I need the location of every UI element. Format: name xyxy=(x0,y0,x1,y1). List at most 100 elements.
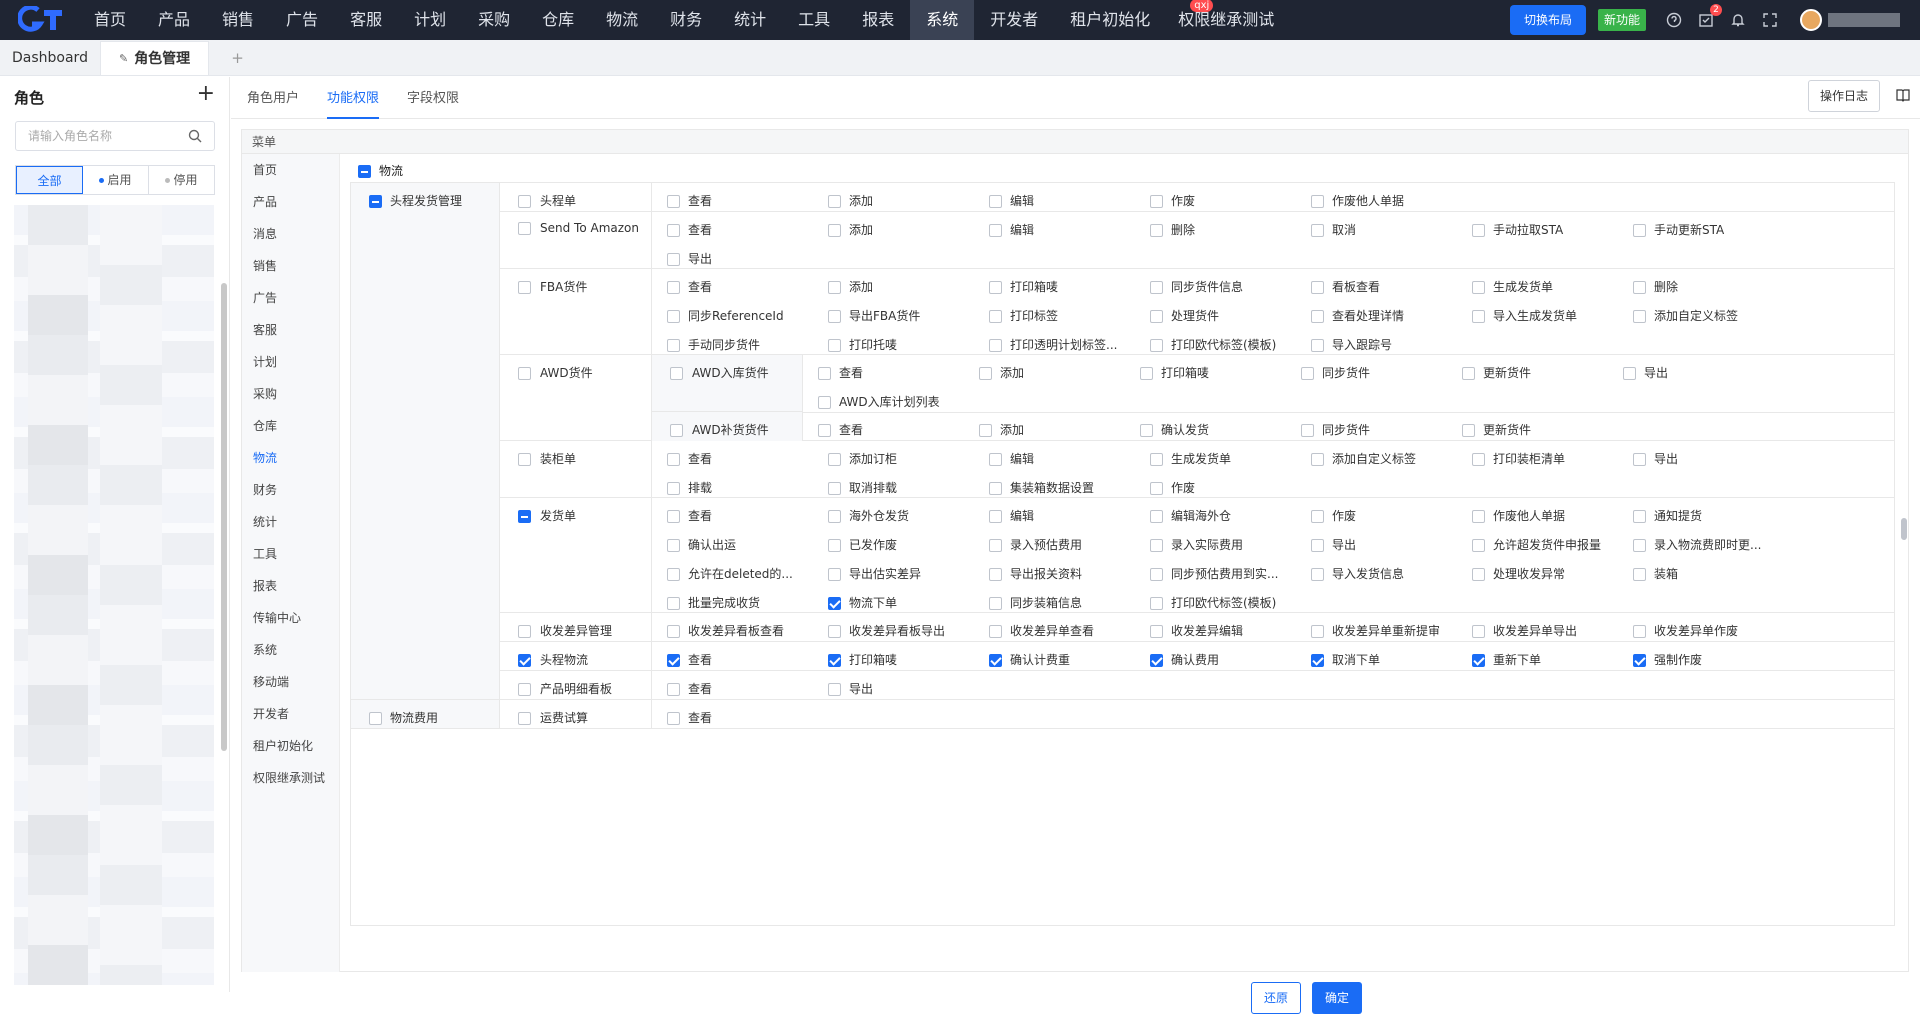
checkbox[interactable] xyxy=(1633,625,1646,638)
checkbox[interactable] xyxy=(667,510,680,523)
sub-module-label[interactable]: AWD补货货件 xyxy=(670,421,769,438)
checkbox[interactable] xyxy=(518,654,531,667)
book-icon[interactable] xyxy=(1896,88,1910,102)
checkbox[interactable] xyxy=(1311,195,1324,208)
checkbox[interactable] xyxy=(989,195,1002,208)
checkbox[interactable] xyxy=(989,568,1002,581)
checkbox[interactable] xyxy=(1150,339,1163,352)
checkbox[interactable] xyxy=(1472,224,1485,237)
permission-option[interactable]: 作废 xyxy=(1150,192,1195,209)
module-label[interactable]: 头程单 xyxy=(518,192,576,209)
nav-item[interactable]: 系统 xyxy=(910,0,975,40)
checkbox[interactable] xyxy=(828,568,841,581)
permission-option[interactable]: 导入跟踪号 xyxy=(1311,336,1392,353)
checkbox[interactable] xyxy=(1311,453,1324,466)
permission-option[interactable]: 同步货件 xyxy=(1301,421,1370,438)
permission-option[interactable]: 查看 xyxy=(667,651,712,668)
section-logistics[interactable]: 物流 xyxy=(358,162,403,179)
checkbox[interactable] xyxy=(1150,482,1163,495)
permission-option[interactable]: 编辑 xyxy=(989,450,1034,467)
permission-option[interactable]: 作废 xyxy=(1150,479,1195,496)
permission-option[interactable]: 收发差异单查看 xyxy=(989,622,1094,639)
menu-item[interactable]: 工具 xyxy=(242,538,339,570)
permission-option[interactable]: 查看 xyxy=(667,450,712,467)
checkbox[interactable] xyxy=(1311,510,1324,523)
confirm-button[interactable]: 确定 xyxy=(1312,982,1362,1014)
permission-option[interactable]: 导出FBA货件 xyxy=(828,307,920,324)
help-icon[interactable] xyxy=(1665,11,1683,29)
permission-option[interactable]: 物流下单 xyxy=(828,594,897,611)
app-logo[interactable] xyxy=(0,0,78,40)
permission-option[interactable]: 生成发货单 xyxy=(1150,450,1231,467)
permission-option[interactable]: 更新货件 xyxy=(1462,421,1531,438)
checkbox[interactable] xyxy=(667,539,680,552)
nav-item[interactable]: 报表 xyxy=(846,0,910,40)
permission-option[interactable]: 收发差异看板查看 xyxy=(667,622,784,639)
checkbox[interactable] xyxy=(989,539,1002,552)
module-label[interactable]: 头程物流 xyxy=(518,651,588,668)
tab-role-management[interactable]: ✎ 角色管理 xyxy=(99,41,210,75)
checkbox[interactable] xyxy=(518,222,531,235)
checkbox[interactable] xyxy=(1623,367,1636,380)
permission-option[interactable]: 打印标签 xyxy=(989,307,1058,324)
checkbox[interactable] xyxy=(1311,539,1324,552)
permission-option[interactable]: 录入物流费即时更... xyxy=(1633,536,1761,553)
permission-option[interactable]: 允许超发货件申报量 xyxy=(1472,536,1601,553)
task-icon[interactable]: 2 xyxy=(1697,4,1722,29)
permission-option[interactable]: 已发作废 xyxy=(828,536,897,553)
permission-option[interactable]: 确认发货 xyxy=(1140,421,1209,438)
permission-option[interactable]: 查看 xyxy=(667,680,712,697)
permission-option[interactable]: 编辑 xyxy=(989,192,1034,209)
menu-item[interactable]: 移动端 xyxy=(242,666,339,698)
permission-option[interactable]: 导出 xyxy=(1311,536,1356,553)
checkbox[interactable] xyxy=(818,424,831,437)
checkbox[interactable] xyxy=(1472,568,1485,581)
module-label[interactable]: 装柜单 xyxy=(518,450,576,467)
module-label[interactable]: Send To Amazon xyxy=(518,221,639,235)
permission-option[interactable]: 导出 xyxy=(828,680,873,697)
nav-item[interactable]: 工具 xyxy=(782,0,846,40)
checkbox[interactable] xyxy=(828,224,841,237)
permission-option[interactable]: 导出 xyxy=(667,250,712,267)
checkbox[interactable] xyxy=(989,654,1002,667)
permission-option[interactable]: 添加 xyxy=(979,364,1024,381)
permission-option[interactable]: 确认费用 xyxy=(1150,651,1219,668)
permission-option[interactable]: 装箱 xyxy=(1633,565,1678,582)
permission-option[interactable]: 同步货件 xyxy=(1301,364,1370,381)
module-label[interactable]: 产品明细看板 xyxy=(518,680,612,697)
checkbox[interactable] xyxy=(667,654,680,667)
checkbox[interactable] xyxy=(828,510,841,523)
filter-disabled-button[interactable]: 停用 xyxy=(149,166,214,194)
nav-item[interactable]: 客服 xyxy=(334,0,398,40)
nav-item[interactable]: 广告 xyxy=(270,0,334,40)
nav-item[interactable]: 销售 xyxy=(206,0,270,40)
checkbox[interactable] xyxy=(1150,568,1163,581)
nav-item[interactable]: 产品 xyxy=(142,0,206,40)
checkbox[interactable] xyxy=(989,597,1002,610)
switch-layout-button[interactable]: 切换布局 xyxy=(1509,5,1586,35)
permission-option[interactable]: 导出报关资料 xyxy=(989,565,1082,582)
permission-option[interactable]: 录入实际费用 xyxy=(1150,536,1243,553)
permission-option[interactable]: 取消 xyxy=(1311,221,1356,238)
checkbox[interactable] xyxy=(989,510,1002,523)
checkbox[interactable] xyxy=(1150,195,1163,208)
menu-item[interactable]: 物流 xyxy=(242,442,339,474)
filter-enabled-button[interactable]: 启用 xyxy=(83,166,149,194)
checkbox[interactable] xyxy=(369,195,382,208)
permission-option[interactable]: 打印欧代标签(模板) xyxy=(1150,336,1276,353)
checkbox[interactable] xyxy=(518,195,531,208)
new-feature-badge[interactable]: 新功能 xyxy=(1597,9,1646,31)
bell-icon[interactable] xyxy=(1729,11,1747,29)
checkbox[interactable] xyxy=(369,712,382,725)
permission-option[interactable]: 查看 xyxy=(667,192,712,209)
permission-option[interactable]: 作废他人单据 xyxy=(1311,192,1404,209)
tab-role-users[interactable]: 角色用户 xyxy=(247,87,299,106)
menu-item[interactable]: 报表 xyxy=(242,570,339,602)
permission-option[interactable]: 收发差异单导出 xyxy=(1472,622,1577,639)
nav-item[interactable]: 租户初始化 xyxy=(1054,0,1166,40)
checkbox[interactable] xyxy=(828,310,841,323)
reset-button[interactable]: 还原 xyxy=(1251,982,1301,1014)
permission-option[interactable]: 打印托唛 xyxy=(828,336,897,353)
permission-option[interactable]: 查看 xyxy=(667,221,712,238)
checkbox[interactable] xyxy=(667,568,680,581)
